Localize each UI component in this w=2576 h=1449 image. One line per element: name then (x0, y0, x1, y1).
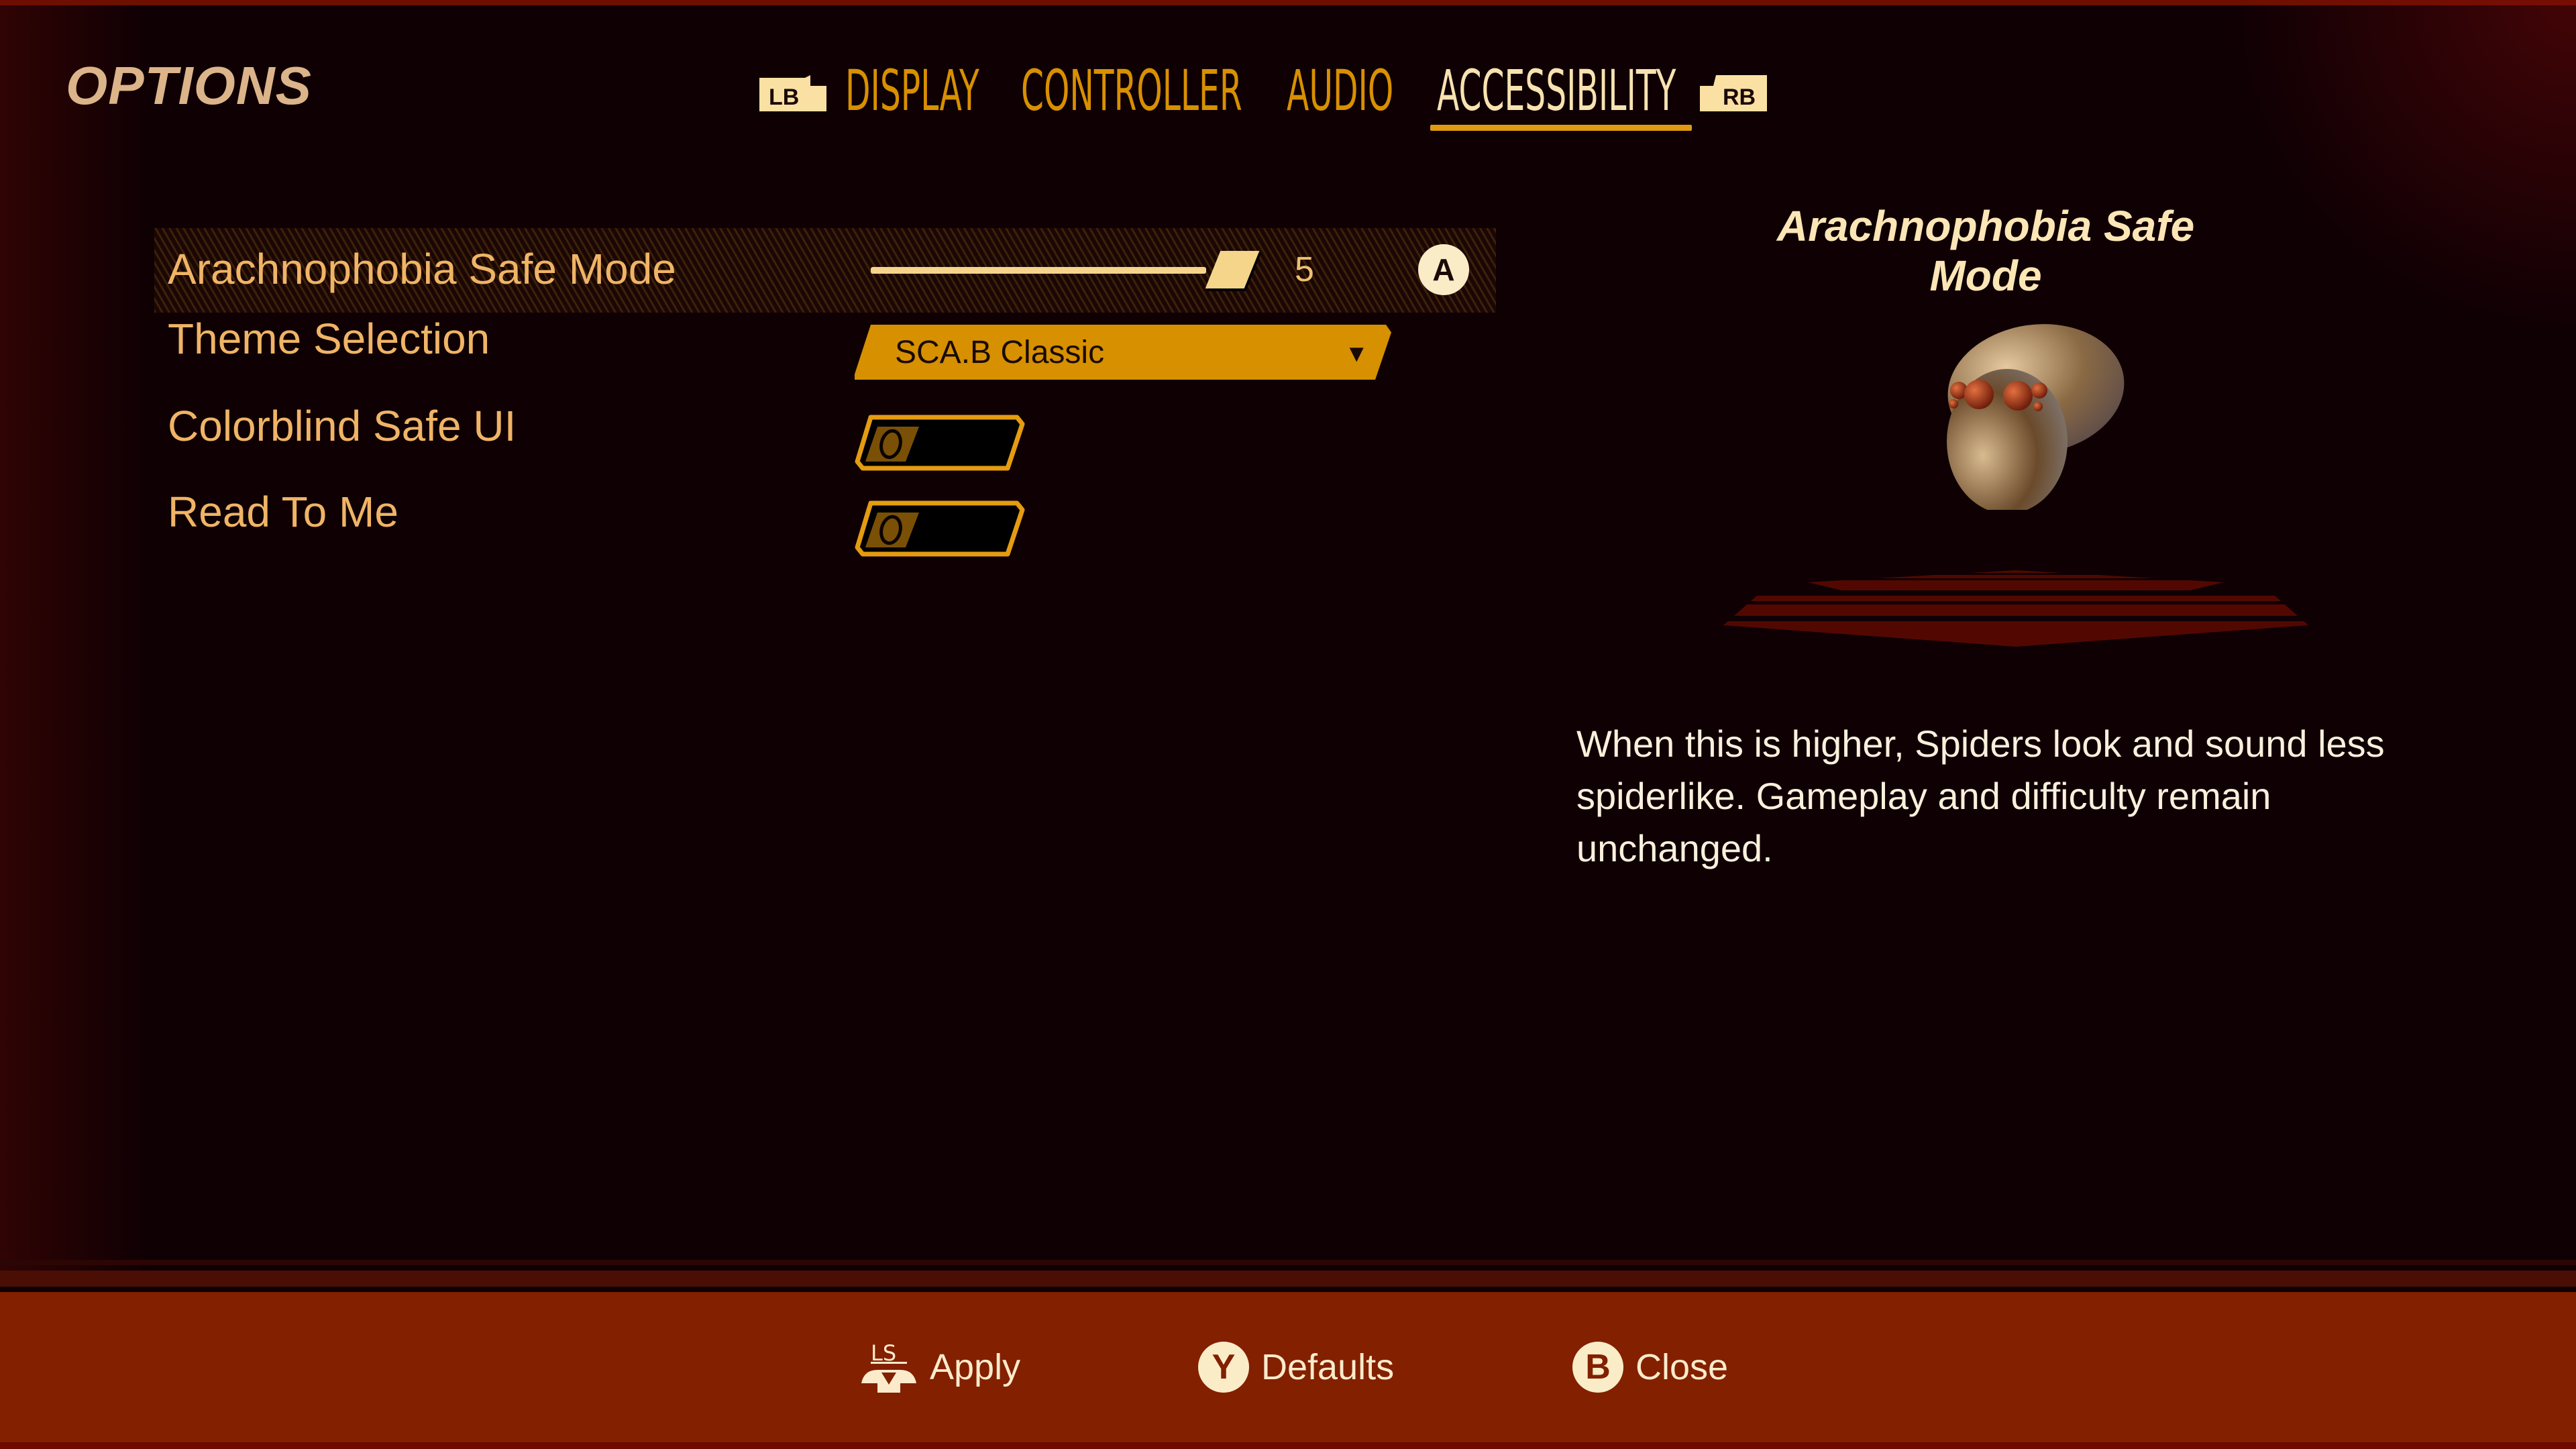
setting-label: Theme Selection (168, 315, 490, 363)
slider-track[interactable] (871, 267, 1206, 274)
dropdown-value: SCA.B Classic (895, 335, 1105, 370)
close-button[interactable]: B Close (1572, 1334, 1728, 1401)
tab-audio-label: AUDIO (1287, 58, 1394, 123)
right-bumper-button[interactable]: RB (1700, 75, 1767, 111)
setting-row-read-to-me[interactable]: Read To Me (154, 487, 1496, 572)
tab-display-label: DISPLAY (845, 58, 979, 123)
apply-button[interactable]: LS Apply (860, 1334, 1020, 1401)
setting-row-colorblind[interactable]: Colorblind Safe UI (154, 401, 1496, 486)
tab-bar: LB DISPLAY CONTROLLER AUDIO ACCESSIBILIT… (759, 58, 1767, 138)
setting-row-arachnophobia[interactable]: Arachnophobia Safe Mode 5 A (154, 228, 1496, 313)
close-label: Close (1635, 1347, 1729, 1387)
tab-accessibility-label: ACCESSIBILITY (1437, 58, 1676, 123)
defaults-label: Defaults (1261, 1347, 1395, 1387)
tab-accessibility[interactable]: ACCESSIBILITY (1418, 58, 1700, 138)
page-title: OPTIONS (66, 56, 313, 115)
tab-controller-label: CONTROLLER (1021, 58, 1242, 123)
slider-value: 5 (1295, 250, 1314, 289)
left-stick-press-icon: LS (861, 1340, 916, 1393)
left-bumper-button[interactable]: LB (759, 75, 826, 111)
top-right-vignette (2227, 0, 2576, 335)
b-button-icon: B (1572, 1342, 1623, 1393)
theme-dropdown[interactable]: SCA.B Classic ▼ (855, 325, 1391, 380)
stripe (0, 1260, 2576, 1265)
apply-label: Apply (930, 1347, 1021, 1387)
left-vignette (0, 0, 148, 1275)
bumper-lb-label: LB (769, 85, 800, 110)
chevron-down-icon: ▼ (1344, 339, 1368, 367)
spider-preview-icon (1947, 324, 2125, 510)
toggle-off-icon (855, 500, 1025, 557)
toggle-off-icon (855, 415, 1025, 471)
setting-label: Read To Me (168, 488, 398, 536)
preview-pedestal (1721, 570, 2311, 647)
active-tab-underline (1430, 125, 1692, 131)
setting-label: Arachnophobia Safe Mode (168, 245, 676, 293)
bottom-border (0, 1442, 2576, 1449)
a-button-icon[interactable]: A (1418, 244, 1469, 295)
bumper-rb-label: RB (1723, 85, 1756, 110)
tab-audio[interactable]: AUDIO (1268, 58, 1418, 138)
footer-stripes (0, 1256, 2576, 1296)
colorblind-toggle[interactable] (855, 413, 1025, 471)
detail-description: When this is higher, Spiders look and so… (1576, 722, 2385, 869)
tab-display[interactable]: DISPLAY (826, 58, 1002, 138)
y-button-icon: Y (1198, 1342, 1249, 1393)
detail-title: Arachnophobia Safe Mode (1776, 202, 2195, 300)
top-border (0, 0, 2576, 5)
tab-controller[interactable]: CONTROLLER (1002, 58, 1268, 138)
setting-label: Colorblind Safe UI (168, 402, 517, 450)
footer-bar: LS Apply Y Defaults B Close (0, 1292, 2576, 1442)
defaults-button[interactable]: Y Defaults (1198, 1334, 1394, 1401)
slider-thumb[interactable] (1205, 251, 1260, 288)
stripe (0, 1271, 2576, 1287)
read-to-me-toggle[interactable] (855, 499, 1025, 557)
